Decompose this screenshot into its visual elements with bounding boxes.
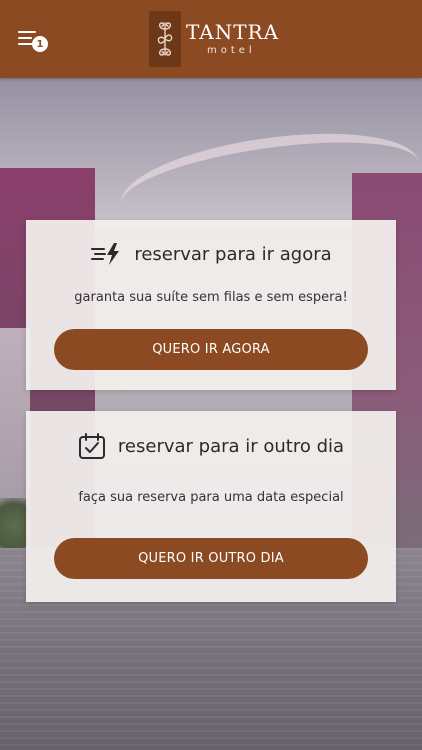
calendar-check-icon [78,432,106,460]
reserve-now-header: reservar para ir agora [26,242,396,266]
reserve-now-title: reservar para ir agora [134,243,332,265]
menu-icon-line [18,37,32,39]
quero-ir-outro-dia-button[interactable]: QUERO IR OUTRO DIA [54,538,368,579]
logo-emblem-icon [149,11,181,67]
logo-subtitle: motel [207,45,256,56]
reserve-other-day-header: reservar para ir outro dia [26,432,396,460]
quero-ir-agora-button[interactable]: QUERO IR AGORA [54,329,368,370]
menu-icon [18,31,36,33]
reserve-other-day-subtitle: faça sua reserva para uma data especial [78,490,344,505]
notification-badge: 1 [32,36,48,52]
app-header: 1 TANTRA motel [0,0,422,78]
tantra-logo: TANTRA motel [149,11,278,67]
reserve-now-subtitle: garanta sua suíte sem filas e sem espera… [74,290,348,305]
reserve-now-card: reservar para ir agora garanta sua suíte… [26,220,396,390]
reserve-other-day-title: reservar para ir outro dia [117,435,345,457]
reserve-other-day-card: reservar para ir outro dia faça sua rese… [26,411,396,602]
lightning-speed-icon [90,242,122,266]
logo-wordmark: TANTRA [186,20,280,44]
menu-button[interactable]: 1 [16,28,50,54]
